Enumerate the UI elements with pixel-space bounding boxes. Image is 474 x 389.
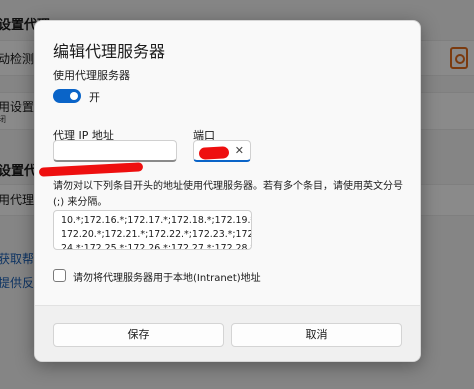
proxy-ip-input[interactable] bbox=[53, 140, 177, 162]
local-address-checkbox-label: 请勿将代理服务器用于本地(Intranet)地址 bbox=[73, 273, 261, 284]
use-proxy-label: 使用代理服务器 bbox=[53, 69, 130, 82]
save-button[interactable]: 保存 bbox=[53, 323, 224, 347]
use-proxy-toggle[interactable] bbox=[53, 89, 81, 103]
redaction-mark bbox=[198, 146, 230, 160]
exceptions-value: 10.*;172.16.*;172.17.*;172.18.*;172.19.*… bbox=[61, 215, 252, 250]
dialog-title: 编辑代理服务器 bbox=[53, 42, 166, 61]
clear-icon[interactable]: ✕ bbox=[235, 144, 244, 157]
dialog-footer: 保存 取消 bbox=[35, 305, 420, 361]
cancel-button[interactable]: 取消 bbox=[231, 323, 402, 347]
local-address-checkbox[interactable] bbox=[53, 269, 66, 282]
exceptions-description: 请勿对以下列条目开头的地址使用代理服务器。若有多个条目，请使用英文分号 (;) … bbox=[53, 181, 403, 208]
toggle-state-text: 开 bbox=[89, 91, 100, 104]
exceptions-textarea[interactable]: 10.*;172.16.*;172.17.*;172.18.*;172.19.*… bbox=[53, 210, 252, 250]
redaction-mark bbox=[38, 162, 144, 177]
toggle-knob bbox=[70, 92, 78, 100]
edit-proxy-dialog: 编辑代理服务器 使用代理服务器 开 代理 IP 地址 端口 ✕ 请勿对以下列条目… bbox=[34, 20, 421, 362]
